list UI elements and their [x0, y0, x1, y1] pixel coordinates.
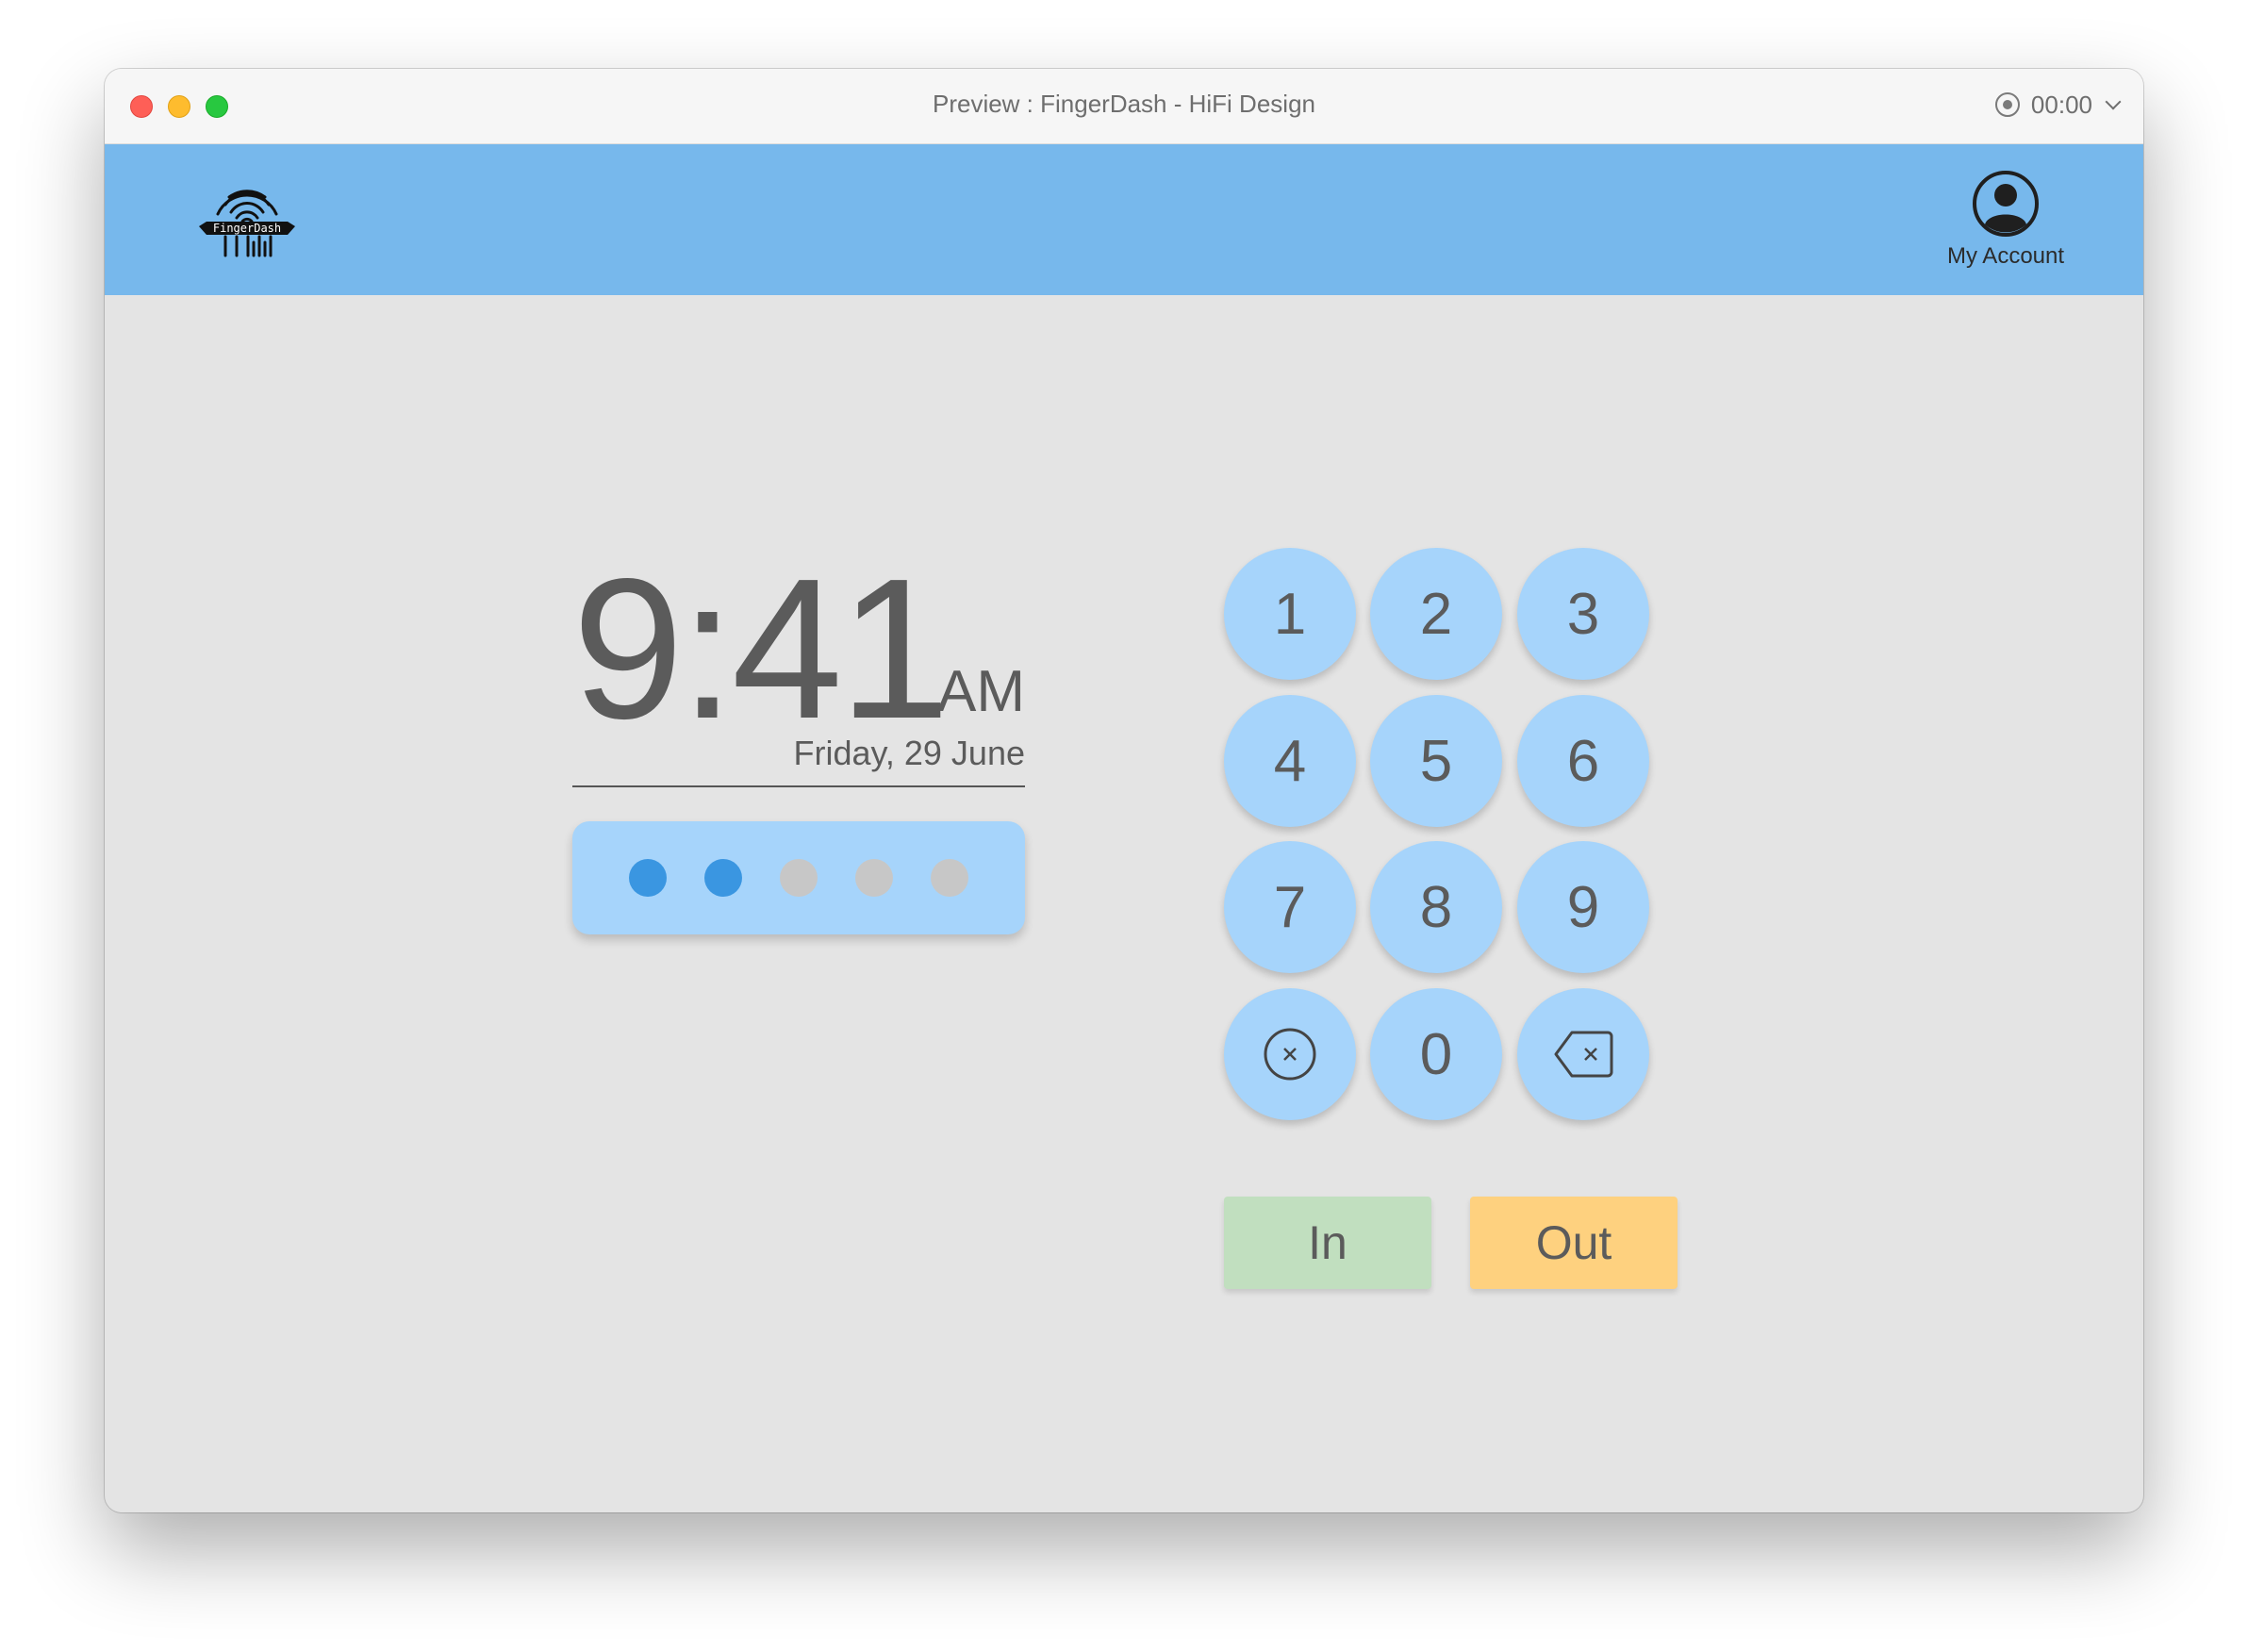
pin-indicator — [572, 821, 1025, 934]
clock-date: Friday, 29 June — [793, 734, 1025, 772]
key-5[interactable]: 5 — [1370, 695, 1502, 827]
key-4[interactable]: 4 — [1224, 695, 1356, 827]
backspace-button[interactable] — [1517, 988, 1649, 1120]
clear-circle-x-icon — [1264, 1028, 1316, 1081]
clear-button[interactable] — [1224, 988, 1356, 1120]
pin-dot-filled — [629, 859, 667, 897]
pin-dot-empty — [931, 859, 968, 897]
recorder-time: 00:00 — [2030, 90, 2092, 119]
key-1[interactable]: 1 — [1224, 548, 1356, 680]
key-8[interactable]: 8 — [1370, 841, 1502, 973]
chevron-down-icon[interactable] — [2105, 93, 2122, 110]
my-account-label: My Account — [1946, 243, 2065, 269]
record-icon — [1994, 92, 2020, 117]
window-title: Preview : FingerDash - HiFi Design — [932, 90, 1315, 118]
app-header: FingerDash My Account — [105, 144, 2143, 295]
my-account-button[interactable]: My Account — [1940, 170, 2072, 270]
clock-divider — [572, 785, 1025, 787]
title-bar: Preview : FingerDash - HiFi Design 00:00 — [105, 69, 2143, 144]
clock-ampm: AM — [937, 659, 1025, 724]
user-circle-icon — [1973, 171, 2039, 237]
key-3[interactable]: 3 — [1517, 548, 1649, 680]
key-9[interactable]: 9 — [1517, 841, 1649, 973]
key-2[interactable]: 2 — [1370, 548, 1502, 680]
key-7[interactable]: 7 — [1224, 841, 1356, 973]
clock-in-button[interactable]: In — [1224, 1197, 1431, 1289]
key-0[interactable]: 0 — [1370, 988, 1502, 1120]
logo-text: FingerDash — [213, 222, 281, 235]
clock-out-button[interactable]: Out — [1470, 1197, 1678, 1289]
key-6[interactable]: 6 — [1517, 695, 1649, 827]
fingerprint-icon[interactable]: FingerDash — [197, 180, 297, 259]
backspace-icon — [1554, 1031, 1613, 1078]
recorder-control[interactable]: 00:00 — [1994, 88, 2122, 122]
clock-display: 9:41 AM Friday, 29 June — [572, 549, 1025, 787]
clock-time: 9:41 — [572, 537, 950, 760]
app-window: Preview : FingerDash - HiFi Design 00:00 — [105, 69, 2143, 1512]
pin-dot-filled — [704, 859, 742, 897]
pin-dot-empty — [855, 859, 893, 897]
pin-dot-empty — [780, 859, 818, 897]
